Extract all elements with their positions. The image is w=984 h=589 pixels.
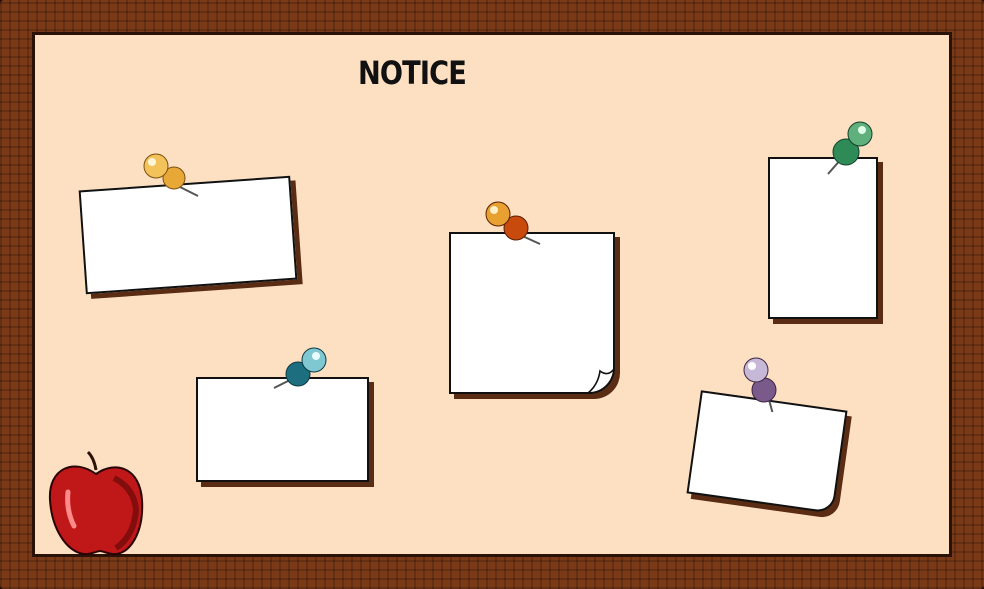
purple-pushpin-icon bbox=[743, 357, 777, 412]
note-card-4[interactable] bbox=[768, 157, 878, 319]
green-pushpin-icon bbox=[827, 121, 873, 175]
apple-icon bbox=[48, 450, 144, 556]
yellow-pushpin-icon bbox=[143, 153, 199, 197]
curled-corner-icon bbox=[587, 368, 615, 394]
notice-board: NOTICE bbox=[0, 0, 984, 589]
orange-pushpin-icon bbox=[485, 201, 541, 245]
teal-pushpin-icon bbox=[273, 347, 327, 389]
board-title: NOTICE bbox=[358, 54, 467, 92]
